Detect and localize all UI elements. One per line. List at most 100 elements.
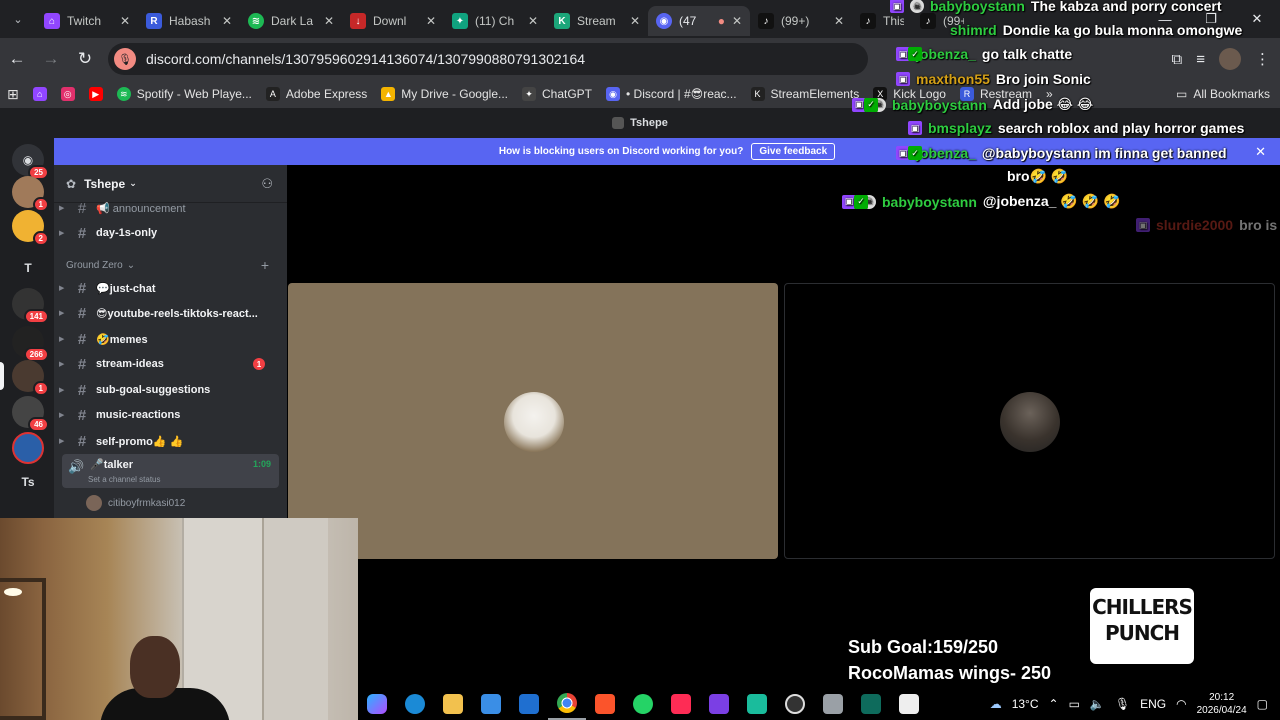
server-avatar-5[interactable]: 46 bbox=[12, 396, 49, 432]
outlook-icon[interactable] bbox=[510, 688, 548, 720]
bookmark-drive[interactable]: ▲ My Drive - Google... bbox=[374, 87, 515, 101]
tiktok-icon[interactable] bbox=[662, 688, 700, 720]
network-icon[interactable]: ▭ bbox=[1069, 697, 1080, 711]
chat-message: ▣ bmsplayz search roblox and play horror … bbox=[908, 120, 1244, 136]
app-icon[interactable] bbox=[814, 688, 852, 720]
bookmark-chatgpt[interactable]: ✦ ChatGPT bbox=[515, 87, 599, 101]
clock[interactable]: 20:12 2026/04/24 bbox=[1197, 691, 1247, 717]
microphone-site-icon[interactable]: 🎙 bbox=[114, 48, 136, 70]
streamer bbox=[100, 626, 230, 720]
chrome-icon[interactable] bbox=[548, 688, 586, 720]
streamer-head bbox=[130, 636, 180, 698]
server-avatar-2[interactable]: 2 bbox=[12, 210, 49, 246]
close-icon[interactable]: ✕ bbox=[732, 14, 742, 28]
instagram-icon: ◎ bbox=[60, 87, 75, 101]
create-channel-icon[interactable]: + bbox=[261, 257, 269, 273]
close-icon[interactable]: ✕ bbox=[426, 14, 436, 28]
voice-channel-talker[interactable]: 🔊 🎤talker Set a channel status 1:09 bbox=[62, 454, 279, 488]
reload-icon[interactable]: ↻ bbox=[68, 42, 102, 76]
tab-discord-active[interactable]: ◉ (47 ● ✕ bbox=[648, 6, 750, 36]
r-icon: R bbox=[146, 13, 162, 29]
weather-icon[interactable]: ☁ bbox=[990, 697, 1002, 711]
tab-chatgpt[interactable]: ✦ (11) Ch ✕ bbox=[444, 6, 546, 36]
volume-icon[interactable]: 🔈 bbox=[1090, 697, 1105, 711]
bookmark-twitch[interactable]: ⌂ bbox=[26, 87, 54, 101]
download-icon: ↓ bbox=[350, 13, 366, 29]
close-icon[interactable]: ✕ bbox=[120, 14, 130, 28]
channel-just-chat[interactable]: ▶ # 💬just-chat bbox=[59, 276, 279, 300]
bookmark-adobe[interactable]: A Adobe Express bbox=[259, 87, 374, 101]
webcam-door-frame bbox=[0, 578, 46, 720]
tab-spotify[interactable]: ≋ Dark La ✕ bbox=[240, 6, 342, 36]
bookmark-instagram[interactable]: ◎ bbox=[54, 87, 82, 101]
server-avatar-6[interactable] bbox=[12, 432, 44, 464]
bookmark-youtube[interactable]: ▶ bbox=[82, 87, 110, 101]
voice-timer: 1:09 bbox=[252, 459, 271, 469]
server-avatar-1[interactable]: 1 bbox=[12, 176, 49, 212]
channel-self-promo[interactable]: ▶ # self-promo👍 👍 bbox=[59, 429, 279, 453]
copilot-icon[interactable] bbox=[358, 688, 396, 720]
screen: ⌄ ⌂ Twitch ✕ R Habash ✕ ≋ Dark La ✕ ↓ Downl ✕ ✦(… bbox=[0, 0, 1280, 720]
tab-streamelements[interactable]: K Stream ✕ bbox=[546, 6, 648, 36]
close-icon[interactable]: ✕ bbox=[630, 14, 640, 28]
edge-icon[interactable] bbox=[396, 688, 434, 720]
wifi-icon[interactable]: ◠ bbox=[1176, 697, 1186, 711]
server-letter-ts[interactable]: Ts bbox=[12, 466, 44, 498]
skull-icon: ☠ bbox=[910, 0, 924, 13]
back-icon[interactable]: ← bbox=[0, 42, 34, 76]
server-name: Tshepe bbox=[84, 176, 126, 191]
server-letter-t[interactable]: T bbox=[12, 252, 44, 284]
bookmark-discord[interactable]: ◉ • Discord | #😎reac... bbox=[599, 87, 744, 101]
server-avatar-active[interactable]: 1 bbox=[0, 360, 49, 396]
channel-day-1s-only[interactable]: ▶ # day-1s-only bbox=[59, 221, 279, 245]
microphone-icon[interactable]: 🎙 bbox=[1115, 697, 1130, 711]
forward-icon[interactable]: → bbox=[34, 42, 68, 76]
channel-music-reactions[interactable]: ▶ # music-reactions bbox=[59, 403, 279, 427]
obs-icon[interactable] bbox=[776, 688, 814, 720]
language-indicator[interactable]: ENG bbox=[1140, 697, 1166, 711]
bookmark-spotify[interactable]: ≋ Spotify - Web Playe... bbox=[110, 87, 259, 101]
whatsapp-icon[interactable] bbox=[624, 688, 662, 720]
capture-icon[interactable] bbox=[890, 688, 928, 720]
channel-memes[interactable]: ▶ # 🤣memes bbox=[59, 327, 279, 351]
brave-icon[interactable] bbox=[586, 688, 624, 720]
apps-grid-icon[interactable]: ⊞ bbox=[0, 86, 26, 103]
voice-channel-status[interactable]: Set a channel status bbox=[88, 475, 161, 484]
adobe-icon: A bbox=[265, 87, 280, 101]
clipchamp-icon[interactable] bbox=[700, 688, 738, 720]
tab-search-chevron-icon[interactable]: ⌄ bbox=[0, 0, 36, 38]
channel-stream-ideas[interactable]: ▶ # stream-ideas 1 bbox=[59, 352, 279, 376]
chevron-down-icon: ⌄ bbox=[126, 260, 136, 271]
tab-twitch[interactable]: ⌂ Twitch ✕ bbox=[36, 6, 138, 36]
server-avatar-4[interactable]: 266 bbox=[12, 326, 49, 362]
weather-temp[interactable]: 13°C bbox=[1012, 697, 1039, 711]
discord-icon: ◉ bbox=[656, 13, 672, 29]
channel-sub-goal-suggestions[interactable]: ▶ # sub-goal-suggestions bbox=[59, 378, 279, 402]
hash-icon: # bbox=[77, 330, 87, 348]
caret-icon: ▶ bbox=[59, 230, 65, 237]
caret-icon: ▶ bbox=[59, 205, 65, 212]
category-ground-zero[interactable]: Ground Zero ⌄ bbox=[66, 260, 135, 271]
file-explorer-icon[interactable] bbox=[434, 688, 472, 720]
store-icon[interactable] bbox=[472, 688, 510, 720]
add-member-icon[interactable]: ⚇ bbox=[261, 176, 273, 192]
avatar bbox=[86, 495, 102, 511]
give-feedback-button[interactable]: Give feedback bbox=[751, 143, 836, 160]
close-icon[interactable]: ✕ bbox=[222, 14, 232, 28]
channel-announcement[interactable]: ▶ # 📢 announcement bbox=[59, 196, 279, 220]
chevron-up-icon[interactable]: ⌃ bbox=[1049, 697, 1059, 711]
tiktok-icon: ♪ bbox=[758, 13, 774, 29]
spotify-icon: ≋ bbox=[116, 87, 131, 101]
address-bar[interactable]: 🎙 discord.com/channels/13079596029141360… bbox=[108, 43, 868, 75]
voice-user[interactable]: citiboyfrmkasi012 bbox=[86, 495, 185, 511]
notification-icon[interactable]: ▢ bbox=[1257, 697, 1268, 711]
tab-habash[interactable]: R Habash ✕ bbox=[138, 6, 240, 36]
channel-youtube-reels[interactable]: ▶ # 😎youtube-reels-tiktoks-react... bbox=[59, 301, 279, 325]
tab-download[interactable]: ↓ Downl ✕ bbox=[342, 6, 444, 36]
discord-home-icon[interactable]: ◉ 25 bbox=[12, 144, 49, 180]
close-icon[interactable]: ✕ bbox=[324, 14, 334, 28]
capcut-icon[interactable] bbox=[738, 688, 776, 720]
terminal-icon[interactable] bbox=[852, 688, 890, 720]
server-avatar-3[interactable]: 141 bbox=[12, 288, 49, 324]
close-icon[interactable]: ✕ bbox=[528, 14, 538, 28]
